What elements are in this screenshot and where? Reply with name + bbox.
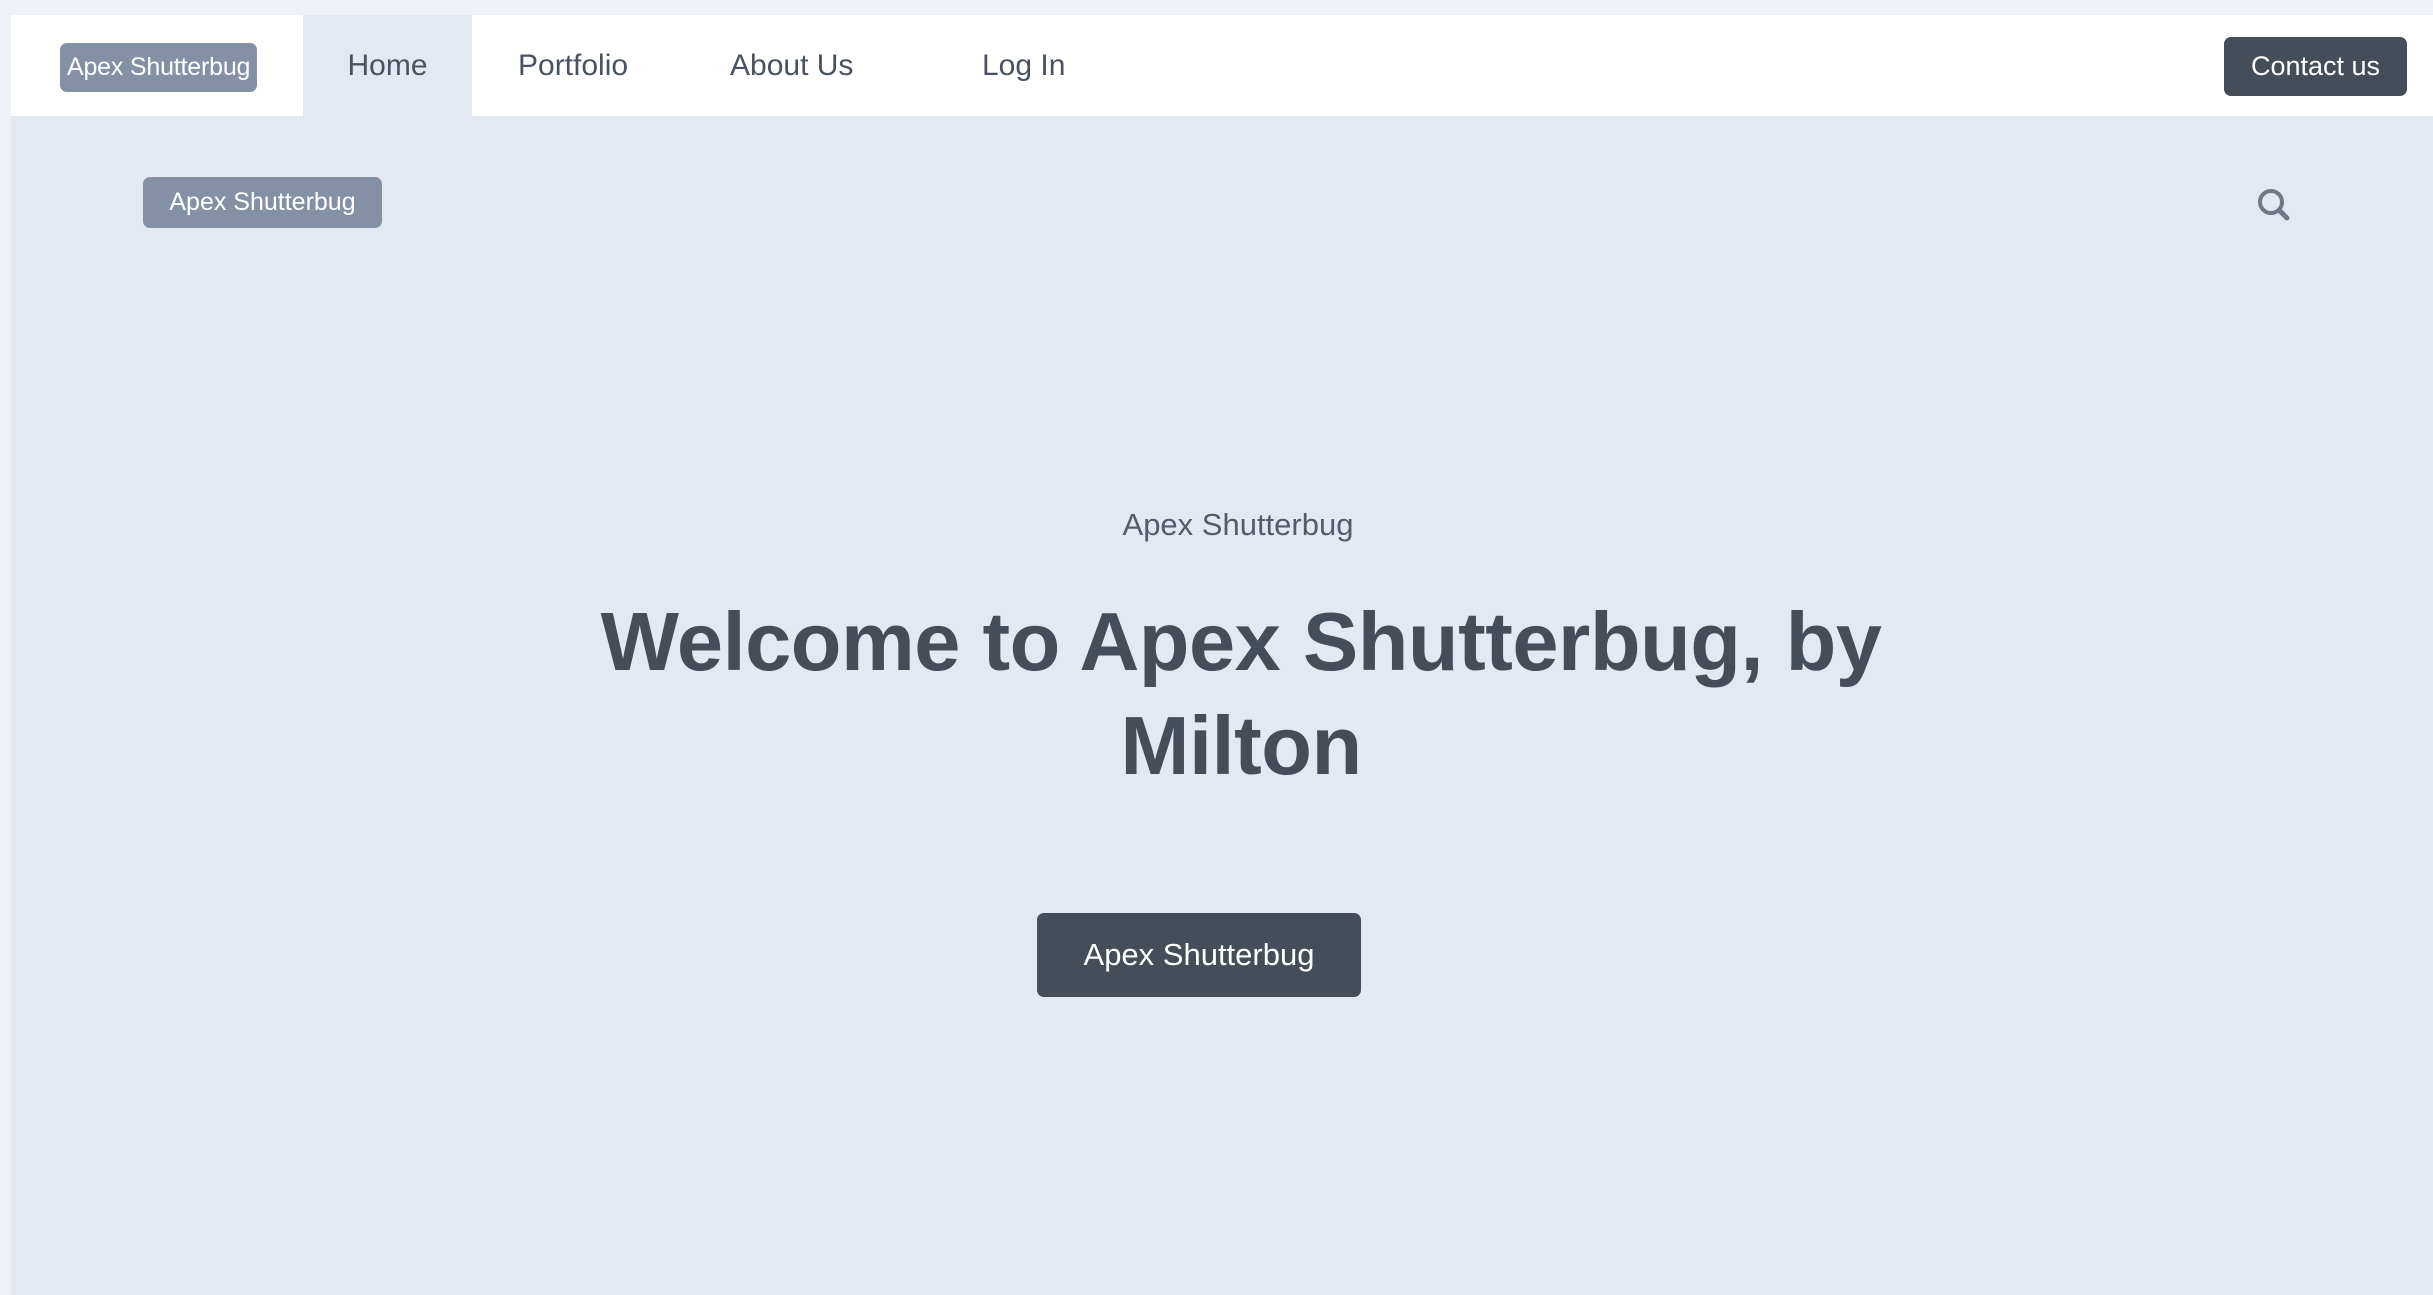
- page-frame: Apex Shutterbug Home Portfolio About Us …: [11, 15, 2433, 1295]
- contact-us-button[interactable]: Contact us: [2224, 37, 2407, 96]
- hero-eyebrow-text: Apex Shutterbug: [1122, 507, 1354, 542]
- top-navbar: Apex Shutterbug Home Portfolio About Us …: [11, 15, 2433, 116]
- brand-logo[interactable]: Apex Shutterbug: [60, 43, 258, 92]
- hero-cta-button[interactable]: Apex Shutterbug: [1037, 913, 1361, 997]
- hero-eyebrow: Apex Shutterbug: [11, 507, 2433, 543]
- search-icon[interactable]: [2254, 185, 2294, 225]
- nav-item-about-us[interactable]: About Us: [730, 15, 853, 116]
- nav-item-portfolio[interactable]: Portfolio: [518, 15, 628, 116]
- hero-title: Welcome to Apex Shutterbug, by Milton: [600, 595, 1882, 792]
- secondary-brand-badge[interactable]: Apex Shutterbug: [143, 177, 382, 228]
- nav-item-log-in[interactable]: Log In: [982, 15, 1065, 116]
- nav-item-home[interactable]: Home: [303, 15, 472, 116]
